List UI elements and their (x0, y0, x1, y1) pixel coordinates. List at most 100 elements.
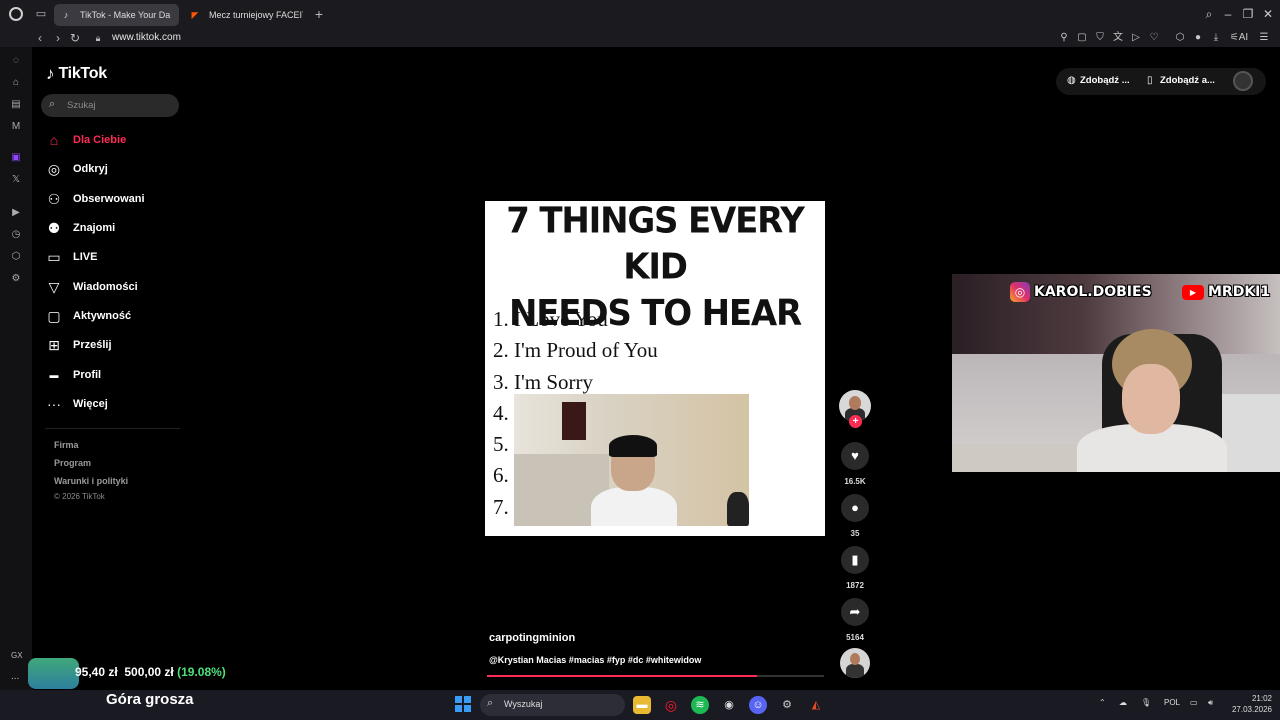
search-input[interactable] (67, 97, 167, 114)
x-icon[interactable]: 𝕏 (9, 173, 23, 187)
display-icon[interactable]: ▭ (1190, 698, 1198, 707)
windows-start-icon[interactable] (455, 696, 471, 712)
language-indicator[interactable]: POL (1164, 698, 1180, 707)
footer-terms-link[interactable]: Warunki i polityki (54, 476, 128, 486)
donation-goal-name: Góra grosza (106, 691, 194, 708)
sidebar-item-label: Odkryj (73, 163, 108, 175)
tab-faceit[interactable]: ◤ Mecz turniejowy FACEIT - (183, 4, 303, 26)
restore-icon[interactable]: ❐ (1240, 6, 1256, 22)
video-progress-fill (487, 675, 757, 677)
video-player[interactable]: 7 THINGS EVERY KID NEEDS TO HEAR 1. I Lo… (485, 201, 825, 536)
discord-icon[interactable]: ☺ (749, 696, 767, 714)
search-box[interactable]: ⌕ (41, 94, 179, 117)
m-app-icon[interactable]: M (9, 120, 23, 134)
play-icon[interactable]: ▷ (1129, 30, 1143, 46)
sidebar-item-profile[interactable]: ▬ Profil (45, 364, 185, 386)
heart-icon[interactable]: ♡ (1147, 30, 1161, 46)
browser-tab-bar: ▭ ♪ TikTok - Make Your Da ◤ Mecz turniej… (0, 0, 1280, 29)
gx-label: GX (11, 651, 23, 660)
search-tabs-icon[interactable]: ⌕ (1201, 6, 1217, 22)
address-bar: ‹ › ↻ 🔒︎ www.tiktok.com ⚲ ▢ ⛉ 文 ▷ ♡ ⬡ ● … (0, 29, 1280, 47)
sidebar-item-friends[interactable]: ⚉ Znajomi (45, 217, 185, 239)
extensions-icon[interactable]: ⬡ (1173, 30, 1187, 46)
tab-workspaces-icon[interactable]: ▭ (34, 7, 48, 21)
opera-logo-icon[interactable] (9, 7, 23, 21)
get-coins-button[interactable]: ◍ Zdobądź ... (1066, 69, 1130, 93)
sidebar-item-explore[interactable]: ◎ Odkryj (45, 158, 185, 180)
video-progress-bar[interactable] (487, 675, 824, 677)
back-icon[interactable]: ‹ (32, 30, 48, 46)
ai-icon[interactable]: ⚟AI (1229, 30, 1249, 46)
video-author[interactable]: carpotingminion (489, 632, 575, 644)
comment-button[interactable]: ● (841, 494, 869, 522)
new-tab-button[interactable]: + (311, 6, 327, 22)
shield-icon[interactable]: ⛉ (1093, 30, 1107, 46)
history-icon[interactable]: ◷ (9, 228, 23, 242)
settings-icon[interactable]: ⚙ (9, 272, 23, 286)
file-explorer-icon[interactable]: ▬ (633, 696, 651, 714)
system-clock[interactable]: 21:02 27.03.2026 (1228, 693, 1272, 715)
player-icon[interactable]: ▶ (9, 206, 23, 220)
translate-icon[interactable]: 文 (1111, 30, 1125, 46)
mic-icon[interactable]: 🎙︎ (1141, 698, 1151, 707)
instagram-handle: ◎ KAROL.DOBIES (1010, 282, 1152, 302)
footer-program-link[interactable]: Program (54, 458, 91, 468)
sidebar-item-upload[interactable]: ⊞ Prześlij (45, 334, 185, 356)
profile-icon: ▬ (49, 370, 59, 380)
more-dots-icon[interactable]: ... (11, 671, 19, 682)
get-app-button[interactable]: ▯ Zdobądź a... (1146, 69, 1215, 93)
profile-icon[interactable]: ● (1191, 30, 1205, 46)
sidebar-item-label: Profil (73, 369, 102, 381)
twitch-icon[interactable]: ▣ (9, 151, 23, 165)
tiktok-logo[interactable]: ♪ TikTok (46, 63, 107, 85)
snapshot-icon[interactable]: ▢ (1075, 30, 1089, 46)
phone-icon: ▯ (1147, 75, 1153, 86)
aria-icon[interactable]: ◌ (9, 54, 23, 68)
network-icon[interactable]: ☁ (1119, 698, 1127, 707)
following-icon: ⚇ (47, 191, 61, 207)
heart-icon: ♥ (851, 448, 859, 463)
wallet-icon[interactable]: ▤ (9, 98, 23, 112)
spotify-icon[interactable]: ≋ (691, 696, 709, 714)
sidebar-item-label: LIVE (73, 251, 98, 263)
faceit-favicon-icon: ◤ (191, 10, 199, 20)
youtube-handle-text: MRDKI1 (1208, 284, 1271, 300)
sidebar-item-more[interactable]: ··· Więcej (45, 393, 185, 415)
steam-icon[interactable]: ⚙ (778, 696, 796, 714)
pin-icon[interactable]: ⚲ (1057, 30, 1071, 46)
bag-icon[interactable]: ⌂ (9, 76, 23, 90)
activity-icon: ▢ (47, 308, 61, 324)
goal-target: 500,00 zł (124, 665, 174, 679)
goal-percent: (19.08%) (177, 665, 226, 679)
opera-gx-icon[interactable]: ◎ (662, 696, 680, 714)
sidebar-item-activity[interactable]: ▢ Aktywność (45, 305, 185, 327)
tab-tiktok[interactable]: ♪ TikTok - Make Your Da (54, 4, 179, 26)
sidebar-item-following[interactable]: ⚇ Obserwowani (45, 188, 185, 210)
download-icon[interactable]: ⤓ (1209, 30, 1223, 46)
user-avatar[interactable] (1233, 71, 1253, 91)
get-app-label: Zdobądź a... (1160, 75, 1215, 86)
obs-icon[interactable]: ◉ (720, 696, 738, 714)
like-button[interactable]: ♥ (841, 442, 869, 470)
footer-company-link[interactable]: Firma (54, 440, 79, 450)
music-disc[interactable] (840, 648, 870, 678)
volume-icon[interactable]: 🔊︎ (1208, 698, 1213, 708)
sidebar-item-for-you[interactable]: ⌂ Dla Ciebie (45, 129, 185, 151)
taskbar-search[interactable]: ⌕ Wyszukaj (480, 694, 625, 716)
close-icon[interactable]: ✕ (1260, 6, 1276, 22)
save-button[interactable]: ▮ (841, 546, 869, 574)
video-description[interactable]: @Krystian Macias #macias #fyp #dc #white… (489, 655, 701, 665)
sidebar-item-messages[interactable]: ▽ Wiadomości (45, 276, 185, 298)
follow-plus-icon[interactable]: + (849, 415, 862, 428)
share-button[interactable]: ➦ (841, 598, 869, 626)
extensions-sidebar-icon[interactable]: ⬡ (9, 250, 23, 264)
compass-icon: ◎ (47, 161, 61, 177)
minimize-icon[interactable]: – (1220, 6, 1236, 22)
reload-icon[interactable]: ↻ (67, 30, 83, 46)
url-field[interactable]: www.tiktok.com (112, 31, 181, 45)
forward-icon[interactable]: › (50, 30, 66, 46)
menu-icon[interactable]: ☰ (1257, 30, 1271, 46)
sidebar-item-live[interactable]: ▭ LIVE (45, 246, 185, 268)
faceit-icon[interactable]: ◭ (807, 696, 825, 714)
tray-chevron-icon[interactable]: ⌃ (1099, 698, 1106, 707)
